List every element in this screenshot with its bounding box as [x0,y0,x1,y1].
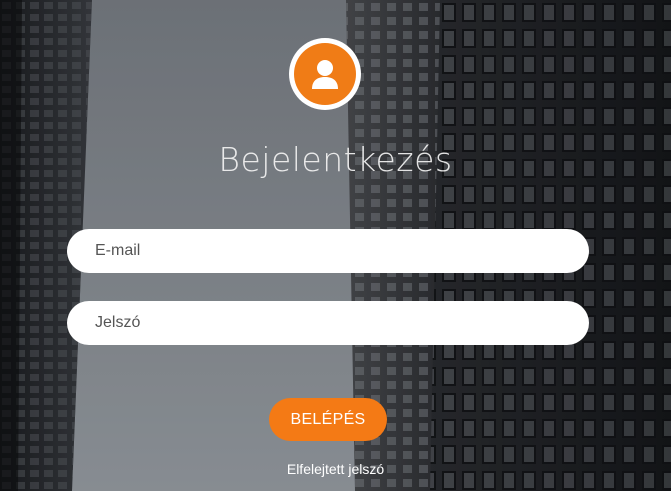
page-title: Bejelentkezés [218,140,453,179]
login-button[interactable]: BELÉPÉS [269,398,387,441]
forgot-password-link[interactable]: Elfelejtett jelszó [287,461,384,477]
user-icon [312,60,338,89]
forgot-password-row: Elfelejtett jelszó [0,461,671,477]
email-field[interactable] [67,229,589,273]
password-field[interactable] [67,301,589,345]
avatar-circle [294,43,356,105]
login-screen: Bejelentkezés BELÉPÉS Elfelejtett jelszó [0,0,671,491]
avatar [289,38,361,110]
